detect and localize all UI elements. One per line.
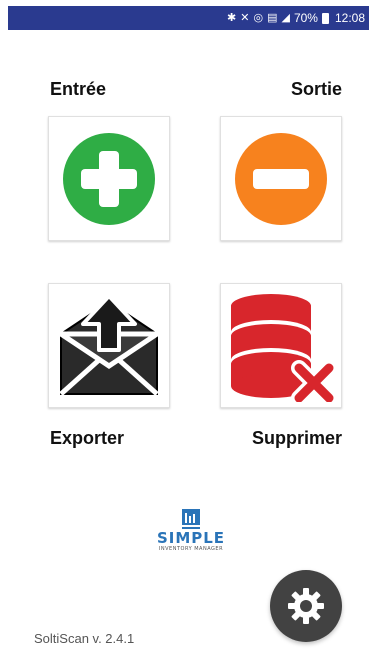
- mail-upload-icon: [53, 293, 165, 396]
- export-button[interactable]: [48, 283, 170, 408]
- entry-button[interactable]: [48, 116, 170, 241]
- logo-subtitle: INVENTORY MANAGER: [158, 546, 224, 552]
- mute-icon: ✕: [240, 11, 250, 24]
- settings-button[interactable]: [270, 570, 342, 642]
- inventory-logo-icon: [182, 509, 200, 529]
- bluetooth-icon: ✱: [227, 11, 237, 24]
- delete-button[interactable]: [220, 283, 342, 408]
- app-version: SoltiScan v. 2.4.1: [34, 631, 135, 646]
- entry-label: Entrée: [50, 79, 107, 99]
- alarm-icon: ◎: [253, 11, 264, 24]
- export-label: Exporter: [50, 428, 125, 448]
- app-logo: SIMPLE INVENTORY MANAGER: [146, 509, 236, 569]
- clock: 12:08: [334, 11, 365, 25]
- exit-label: Sortie: [290, 79, 342, 99]
- database-delete-icon: [231, 293, 337, 402]
- battery-icon: [321, 12, 329, 24]
- exit-button[interactable]: [220, 116, 342, 241]
- status-bar: ✱ ✕ ◎ ▤ ◢ 70% 12:08: [8, 6, 369, 30]
- battery-level: 70%: [293, 11, 318, 25]
- delete-label: Supprimer: [251, 428, 342, 448]
- logo-title: SIMPLE: [156, 529, 226, 547]
- minus-circle-icon: [235, 132, 327, 225]
- 4g-icon: ▤: [267, 11, 278, 24]
- plus-circle-icon: [63, 132, 155, 225]
- signal-icon: ◢: [281, 11, 290, 24]
- gear-icon: [288, 588, 324, 624]
